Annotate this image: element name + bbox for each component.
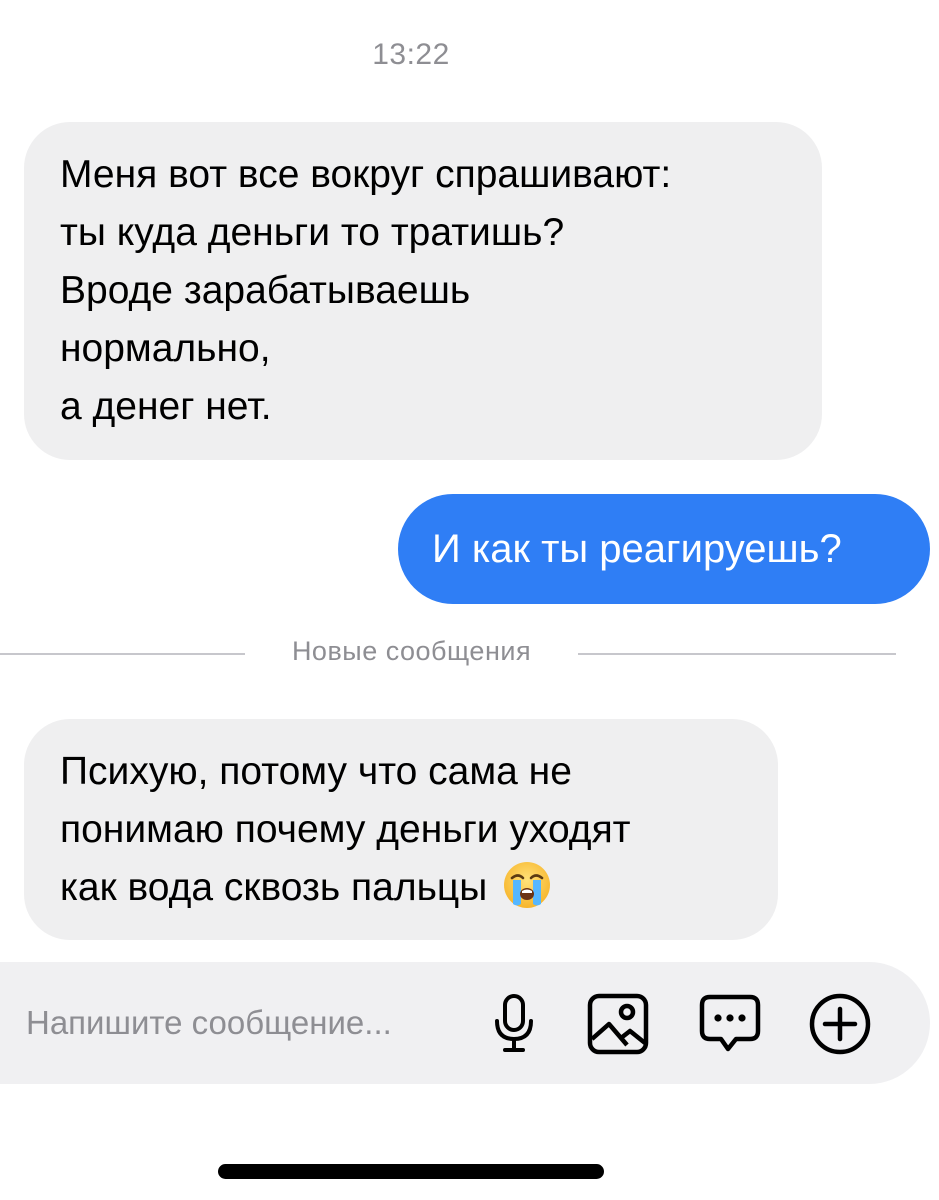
message-line: нормально,	[60, 327, 271, 370]
message-line: И как ты реагируешь?	[432, 527, 842, 571]
message-line: Меня вот все вокруг спрашивают:	[60, 153, 672, 196]
message-composer[interactable]: Напишите сообщение...	[0, 962, 930, 1084]
microphone-icon	[495, 994, 533, 1052]
chat-options-button[interactable]	[698, 992, 762, 1056]
divider-rule-left	[0, 653, 245, 655]
incoming-message-bubble[interactable]: Психую, потому что сама не понимаю почем…	[24, 719, 778, 940]
home-indicator[interactable]	[218, 1164, 604, 1179]
message-line: а денег нет.	[60, 385, 272, 428]
message-input[interactable]: Напишите сообщение...	[26, 1004, 392, 1042]
message-timestamp: 13:22	[372, 38, 450, 71]
outgoing-message-bubble[interactable]: И как ты реагируешь?	[398, 494, 930, 604]
plus-circle-icon	[809, 993, 871, 1055]
new-messages-divider: Новые сообщения	[0, 632, 939, 676]
message-line: понимаю почему деньги уходят	[60, 808, 631, 851]
message-line: Вроде зарабатываешь	[60, 269, 471, 312]
divider-rule-right	[578, 653, 896, 655]
new-messages-label: Новые сообщения	[291, 636, 532, 666]
image-icon	[587, 993, 649, 1055]
chat-bubble-icon	[699, 994, 761, 1052]
incoming-message-bubble[interactable]: Меня вот все вокруг спрашивают: ты куда …	[24, 122, 822, 460]
message-line: ты куда деньги то тратишь?	[60, 211, 565, 254]
add-button[interactable]	[808, 992, 872, 1056]
message-line: Психую, потому что сама не	[60, 750, 572, 793]
image-button[interactable]	[586, 992, 650, 1056]
message-line-with-emoji: как вода сквозь пальцы	[60, 859, 742, 917]
microphone-button[interactable]	[482, 992, 546, 1056]
loudly-crying-face-icon	[504, 862, 551, 908]
message-line-text: как вода сквозь пальцы	[60, 866, 488, 909]
